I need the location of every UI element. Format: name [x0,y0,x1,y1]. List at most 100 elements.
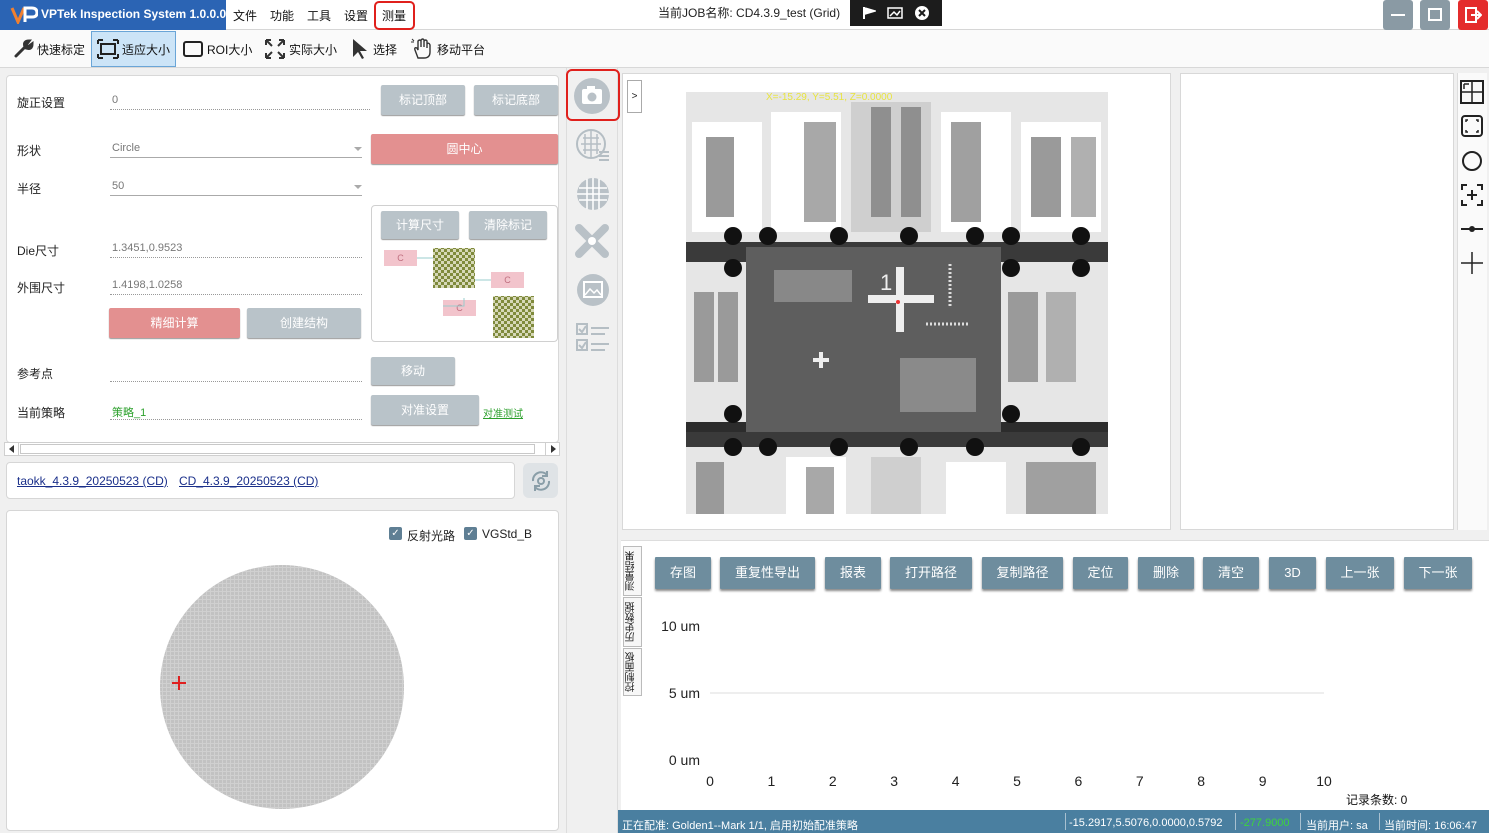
rotation-field[interactable]: 0 [110,90,370,110]
die-size-label: Die尺寸 [17,244,60,258]
refresh-button[interactable] [523,463,558,498]
strategy-label: 当前策略 [17,406,66,420]
view-tools [1457,73,1487,530]
mark-top-button[interactable]: 标记顶部 [381,85,465,115]
flag-icon[interactable] [862,6,876,20]
ref-point-label: 参考点 [17,367,54,381]
vgstd-checkbox[interactable]: ✓ [464,527,477,540]
select-button[interactable]: 选择 [350,36,397,62]
scroll-left-button[interactable] [5,443,19,455]
wafer-map-icon[interactable] [575,176,611,212]
shape-label: 形状 [17,144,42,158]
next-button[interactable]: 下一张 [1404,557,1472,589]
clear-button[interactable]: 清空 [1203,557,1259,589]
create-struct-button[interactable]: 创建结构 [247,308,361,338]
quick-calib-button[interactable]: 快速标定 [12,36,85,62]
chevron-left-icon [9,445,14,453]
minimize-button[interactable] [1383,0,1413,30]
menu-tools[interactable]: 工具 [307,7,331,24]
mark-bottom-button[interactable]: 标记底部 [474,85,558,115]
actual-size-button[interactable]: 实际大小 [264,36,337,62]
crosshair-icon[interactable] [1459,250,1485,276]
radius-label: 半径 [17,182,42,196]
reflect-light-checkbox[interactable]: ✓ [389,527,402,540]
maximize-button[interactable] [1420,0,1450,30]
image-frame-icon[interactable] [575,272,611,308]
exit-button[interactable] [1458,0,1488,30]
report-button[interactable]: 报表 [825,557,881,589]
line-measure-icon[interactable] [1459,216,1485,242]
roi-rectangle-icon [183,41,203,57]
delete-button[interactable]: 删除 [1138,557,1194,589]
quick-tools [850,0,942,26]
copy-path-button[interactable]: 复制路径 [982,557,1063,589]
image-icon[interactable] [887,6,903,20]
clear-mark-button[interactable]: 清除标记 [469,211,547,239]
radius-select[interactable]: 50 [110,176,362,196]
fit-size-content[interactable]: 适应大小 [97,36,170,62]
strategy-field[interactable]: 策略_1 [110,400,362,420]
job-name-label: 当前JOB名称: CD4.3.9_test (Grid) [658,6,841,20]
scroll-right-button[interactable] [545,443,559,455]
menu-function[interactable]: 功能 [270,7,294,24]
fullscreen-icon[interactable] [1459,113,1485,139]
x-tick-label: 4 [952,773,960,789]
die-size-field[interactable]: 1.3451,0.9523 [110,238,362,258]
shape-select[interactable]: Circle [110,138,362,158]
status-coords: -15.2917,5.5076,0.0000,0.5792 [1069,817,1223,829]
status-user: 当前用户: sa [1306,820,1368,832]
status-green-value: -277.9000 [1240,817,1290,829]
scroll-thumb[interactable] [20,444,535,454]
repeat-export-button[interactable]: 重复性导出 [720,557,815,589]
horizontal-scrollbar[interactable] [4,442,560,456]
menu-settings[interactable]: 设置 [344,7,368,24]
circle-tool-icon[interactable] [1459,148,1485,174]
tools-cross-icon[interactable] [575,224,611,260]
menu-file[interactable]: 文件 [233,7,257,24]
previous-button[interactable]: 上一张 [1326,557,1394,589]
record-count: 记录条数: 0 [1346,793,1408,807]
die-preview-graphic [417,248,534,338]
rotation-label: 旋正设置 [17,96,66,110]
expand-panel-button[interactable]: > [627,80,642,113]
camera-icon[interactable] [573,77,611,115]
wafer-grid-icon[interactable] [575,128,611,164]
inspection-image[interactable]: 1 X=-15.29, Y=5.51, Z=0.0000 [686,92,1108,514]
calc-size-button[interactable]: 计算尺寸 [381,211,459,239]
vgstd-label: VGStd_B [482,527,533,541]
x-tick-label: 2 [829,773,837,789]
tab-measure-results[interactable]: 测量结果 [623,546,642,596]
close-circle-icon[interactable] [914,5,930,21]
zoom-crosshair-icon[interactable] [1459,182,1485,208]
wafer-map[interactable] [155,560,410,815]
open-path-button[interactable]: 打开路径 [890,557,972,589]
circle-center-button[interactable]: 圆中心 [371,134,558,164]
outer-size-label: 外围尺寸 [17,281,66,295]
move-button[interactable]: 移动 [371,357,455,385]
image-overlay-text: X=-15.29, Y=5.51, Z=0.0000 [766,92,893,103]
crosshair-grid-icon[interactable] [1459,79,1485,105]
y-tick-label: 0 um [669,752,700,768]
save-image-button[interactable]: 存图 [655,557,711,589]
app-badge: VPTek Inspection System 1.0.0.0 [0,0,226,30]
ref-point-field[interactable] [110,362,362,382]
chevron-down-icon[interactable] [354,147,362,151]
align-settings-button[interactable]: 对准设置 [371,395,479,425]
locate-button[interactable]: 定位 [1073,557,1128,589]
outer-size-field[interactable]: 1.4198,1.0258 [110,275,362,295]
job-name-value: CD4.3.9_test (Grid) [736,6,841,20]
status-bar: 正在配准: Golden1--Mark 1/1, 启用初始配准策略 -15.29… [618,810,1489,833]
view-3d-button[interactable]: 3D [1269,557,1316,589]
fine-calc-button[interactable]: 精细计算 [109,308,240,338]
move-stage-button[interactable]: 移动平台 [410,36,485,62]
die-number: 1 [880,270,892,295]
hand-icon [411,38,431,59]
checklist-icon[interactable] [575,320,611,356]
align-test-link[interactable]: 对准测试 [483,405,523,420]
recipe-link-2[interactable]: CD_4.3.9_20250523 (CD) [179,474,318,488]
recipe-link-1[interactable]: taokk_4.3.9_20250523 (CD) [17,474,168,488]
roi-size-button[interactable]: ROI大小 [182,36,252,62]
chevron-down-icon[interactable] [354,185,362,189]
result-chart: 10 um 5 um 0 um 0 1 2 3 4 5 6 7 8 9 10 [661,618,1332,789]
status-time: 当前时间: 16:06:47 [1384,820,1477,832]
